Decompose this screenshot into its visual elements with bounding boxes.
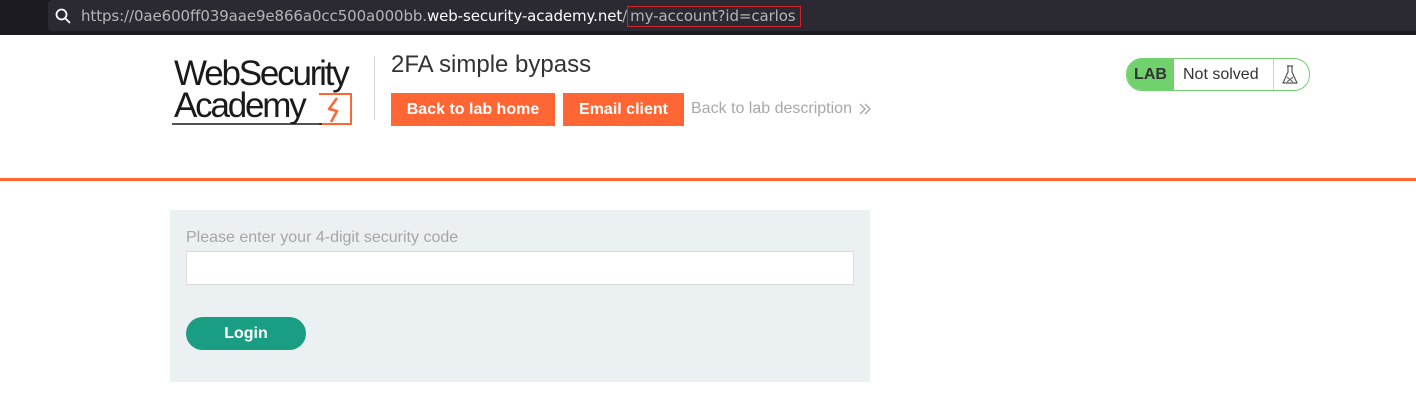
url-domain: web-security-academy.net	[426, 7, 623, 25]
lab-status-text: Not solved	[1183, 66, 1259, 83]
email-client-button[interactable]: Email client	[563, 93, 684, 126]
address-url[interactable]: https://0ae600ff039aae9e866a0cc500a000bb…	[81, 6, 801, 27]
web-security-academy-logo[interactable]: WebSecurity Academy	[172, 56, 372, 128]
back-to-lab-description-link[interactable]: Back to lab description	[691, 100, 872, 118]
flask-icon	[1282, 65, 1298, 84]
lab-title: 2FA simple bypass	[391, 51, 592, 78]
login-button[interactable]: Login	[186, 317, 306, 350]
logo-underline	[172, 123, 322, 125]
lab-badge: LAB	[1127, 59, 1174, 90]
security-code-input[interactable]	[186, 251, 854, 285]
logo-flash-icon	[319, 93, 352, 125]
lab-status-widget: LAB Not solved	[1126, 58, 1310, 91]
browser-toolbar: https://0ae600ff039aae9e866a0cc500a000bb…	[0, 0, 1416, 35]
url-path-highlighted: my-account?id=carlos	[627, 6, 801, 27]
back-to-lab-home-button[interactable]: Back to lab home	[391, 93, 555, 126]
double-chevron-right-icon	[859, 103, 871, 115]
header-divider	[374, 56, 375, 120]
url-prefix: https://0ae600ff039aae9e866a0cc500a000bb…	[81, 7, 427, 25]
security-code-label: Please enter your 4-digit security code	[186, 229, 459, 246]
header-separator	[0, 178, 1416, 181]
back-to-lab-description-label: Back to lab description	[691, 100, 852, 117]
logo-line2: Academy	[174, 86, 307, 125]
search-icon	[55, 8, 71, 24]
status-separator	[1273, 59, 1274, 90]
